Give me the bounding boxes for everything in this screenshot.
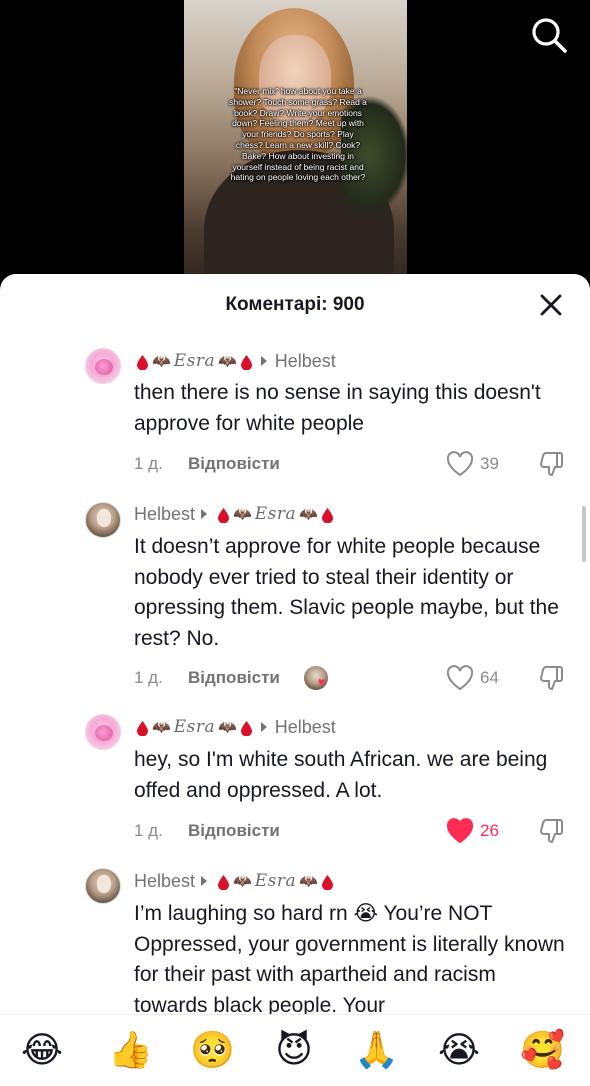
heart-icon: ♥ [317,675,325,689]
blood-drop-icon [218,507,230,523]
avatar[interactable] [85,502,121,538]
blood-drop-icon [240,720,252,736]
video-preview[interactable]: "Never mix" how about you take a shower?… [0,0,590,290]
comment-author-row[interactable]: Helbest 🦇 Esra 🦇 [134,502,336,526]
thumbs-up-emoji[interactable]: 👍 [108,1029,153,1073]
like-count: 64 [480,668,499,687]
reply-to-name: Esra [254,871,297,891]
reply-arrow-icon [260,356,267,366]
reply-arrow-icon [201,509,208,519]
reply-button[interactable]: Відповісти [188,454,280,474]
comment-author-name: Helbest [134,503,196,524]
bat-icon: 🦇 [299,506,318,523]
comment-text: then there is no sense in saying this do… [134,381,541,435]
blood-drop-icon [321,874,333,890]
close-icon[interactable] [538,292,564,318]
reply-to-name: Esra [254,504,297,524]
comment-meta-row: 1 д. Відповісти ♥ [134,666,574,690]
blood-drop-icon [240,354,252,370]
like-button[interactable]: 26 [446,817,499,845]
blood-drop-icon [137,720,148,736]
comments-scrollbar[interactable] [582,506,586,562]
search-icon[interactable] [528,14,570,56]
comment-author-name: Helbest [134,870,196,891]
comments-sheet: Коментарі: 900 🦇 Esra 🦇 Helbest then the… [0,274,590,1086]
reply-to-name: Helbest [274,350,336,371]
comment-meta-row: 1 д. Відповісти [134,452,574,476]
comment-text: It doesn’t approve for white people beca… [134,535,559,650]
heart-filled-icon [446,818,474,844]
avatar[interactable] [85,348,121,384]
comments-title: Коментарі: 900 [225,294,365,315]
smiling-devil-emoji[interactable]: 😈 [272,1029,316,1073]
comment-author-name: Esra [173,351,216,371]
crying-face-emoji[interactable]: 😭 [437,1029,481,1073]
dislike-icon[interactable] [538,450,566,478]
comments-header: Коментарі: 900 [0,274,590,334]
avatar[interactable] [85,714,121,750]
avatar[interactable] [85,868,121,904]
pleading-face-emoji[interactable]: 🥺 [190,1029,235,1073]
comment-time: 1 д. [134,821,163,840]
bat-icon: 🦇 [218,353,237,370]
video-thumbnail[interactable]: "Never mix" how about you take a shower?… [184,0,407,290]
heart-icon [446,665,474,691]
comment-text: hey, so I'm white south African. we are … [134,748,548,802]
comment-author-row[interactable]: Helbest 🦇 Esra 🦇 [134,869,336,893]
creator-liked-badge: ♥ [303,665,334,691]
blood-drop-icon [321,507,333,523]
comment-author-row[interactable]: 🦇 Esra 🦇 Helbest [134,715,336,739]
like-button[interactable]: 39 [446,450,499,478]
dislike-icon[interactable] [538,664,566,692]
comment-meta-row: 1 д. Відповісти [134,819,574,843]
bat-icon: 🦇 [299,873,318,890]
heart-icon [446,451,474,477]
comment-text: I’m laughing so hard rn 😭 You’re NOT Opp… [134,902,565,1017]
bat-icon: 🦇 [233,873,252,890]
reply-button[interactable]: Відповісти [188,821,280,841]
comment-author-name: Esra [173,717,216,737]
comment-author-row[interactable]: 🦇 Esra 🦇 Helbest [134,349,336,373]
comment-time: 1 д. [134,454,163,473]
like-button[interactable]: 64 [446,664,499,692]
laughing-tears-emoji[interactable]: 😂 [20,1029,64,1073]
comment-time: 1 д. [134,668,163,687]
blood-drop-icon [218,874,230,890]
like-count: 39 [480,454,499,473]
smiling-hearts-emoji[interactable]: 🥰 [520,1029,565,1073]
video-overlay-text: "Never mix" how about you take a shower?… [229,86,367,183]
bat-icon: 🦇 [152,353,171,370]
dislike-icon[interactable] [538,817,566,845]
bat-icon: 🦇 [233,506,252,523]
reply-button[interactable]: Відповісти [188,668,280,688]
emoji-quick-bar: 😂 👍 🥺 😈 🙏 😭 🥰 [0,1014,590,1086]
bat-icon: 🦇 [218,719,237,736]
reply-to-name: Helbest [274,716,336,737]
like-count: 26 [480,821,499,840]
bat-icon: 🦇 [152,719,171,736]
reply-arrow-icon [260,722,267,732]
blood-drop-icon [137,354,148,370]
folded-hands-emoji[interactable]: 🙏 [354,1029,399,1073]
reply-arrow-icon [201,876,208,886]
